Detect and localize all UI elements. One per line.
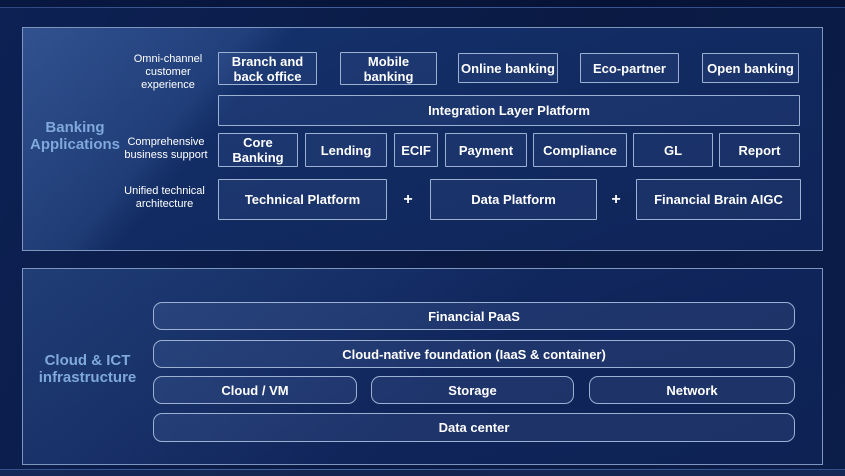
- box-technical-platform: Technical Platform: [218, 179, 387, 220]
- box-cloud-native-foundation: Cloud-native foundation (IaaS & containe…: [153, 340, 795, 368]
- cloud-ict-title: Cloud & ICT infrastructure: [30, 352, 145, 386]
- box-open-banking: Open banking: [702, 53, 799, 83]
- box-core-banking: Core Banking: [218, 133, 298, 167]
- box-payment: Payment: [445, 133, 527, 167]
- plus-sign-1: +: [397, 179, 419, 220]
- box-compliance: Compliance: [533, 133, 627, 167]
- top-background-strip: [0, 0, 845, 7]
- technical-architecture-label: Unified technical architecture: [114, 185, 215, 211]
- box-mobile-banking: Mobile banking: [340, 52, 437, 85]
- box-report: Report: [719, 133, 800, 167]
- box-data-center: Data center: [153, 413, 795, 442]
- box-cloud-vm: Cloud / VM: [153, 376, 357, 404]
- box-online-banking: Online banking: [458, 53, 558, 83]
- top-divider-line: [0, 7, 845, 8]
- box-data-platform: Data Platform: [430, 179, 597, 220]
- bottom-background-strip: [0, 470, 845, 476]
- box-ecif: ECIF: [394, 133, 438, 167]
- omni-channel-label: Omni-channel customer experience: [122, 53, 214, 92]
- box-network: Network: [589, 376, 795, 404]
- box-financial-paas: Financial PaaS: [153, 302, 795, 330]
- box-lending: Lending: [305, 133, 387, 167]
- box-eco-partner: Eco-partner: [580, 53, 679, 83]
- plus-sign-2: +: [605, 179, 627, 220]
- box-storage: Storage: [371, 376, 574, 404]
- box-integration-layer-platform: Integration Layer Platform: [218, 95, 800, 126]
- business-support-label: Comprehensive business support: [117, 136, 215, 162]
- box-gl: GL: [633, 133, 713, 167]
- box-financial-brain-aigc: Financial Brain AIGC: [636, 179, 801, 220]
- banking-applications-title: Banking Applications: [24, 119, 126, 153]
- architecture-diagram: Banking Applications Omni-channel custom…: [0, 0, 845, 476]
- box-branch-back-office: Branch and back office: [218, 52, 317, 85]
